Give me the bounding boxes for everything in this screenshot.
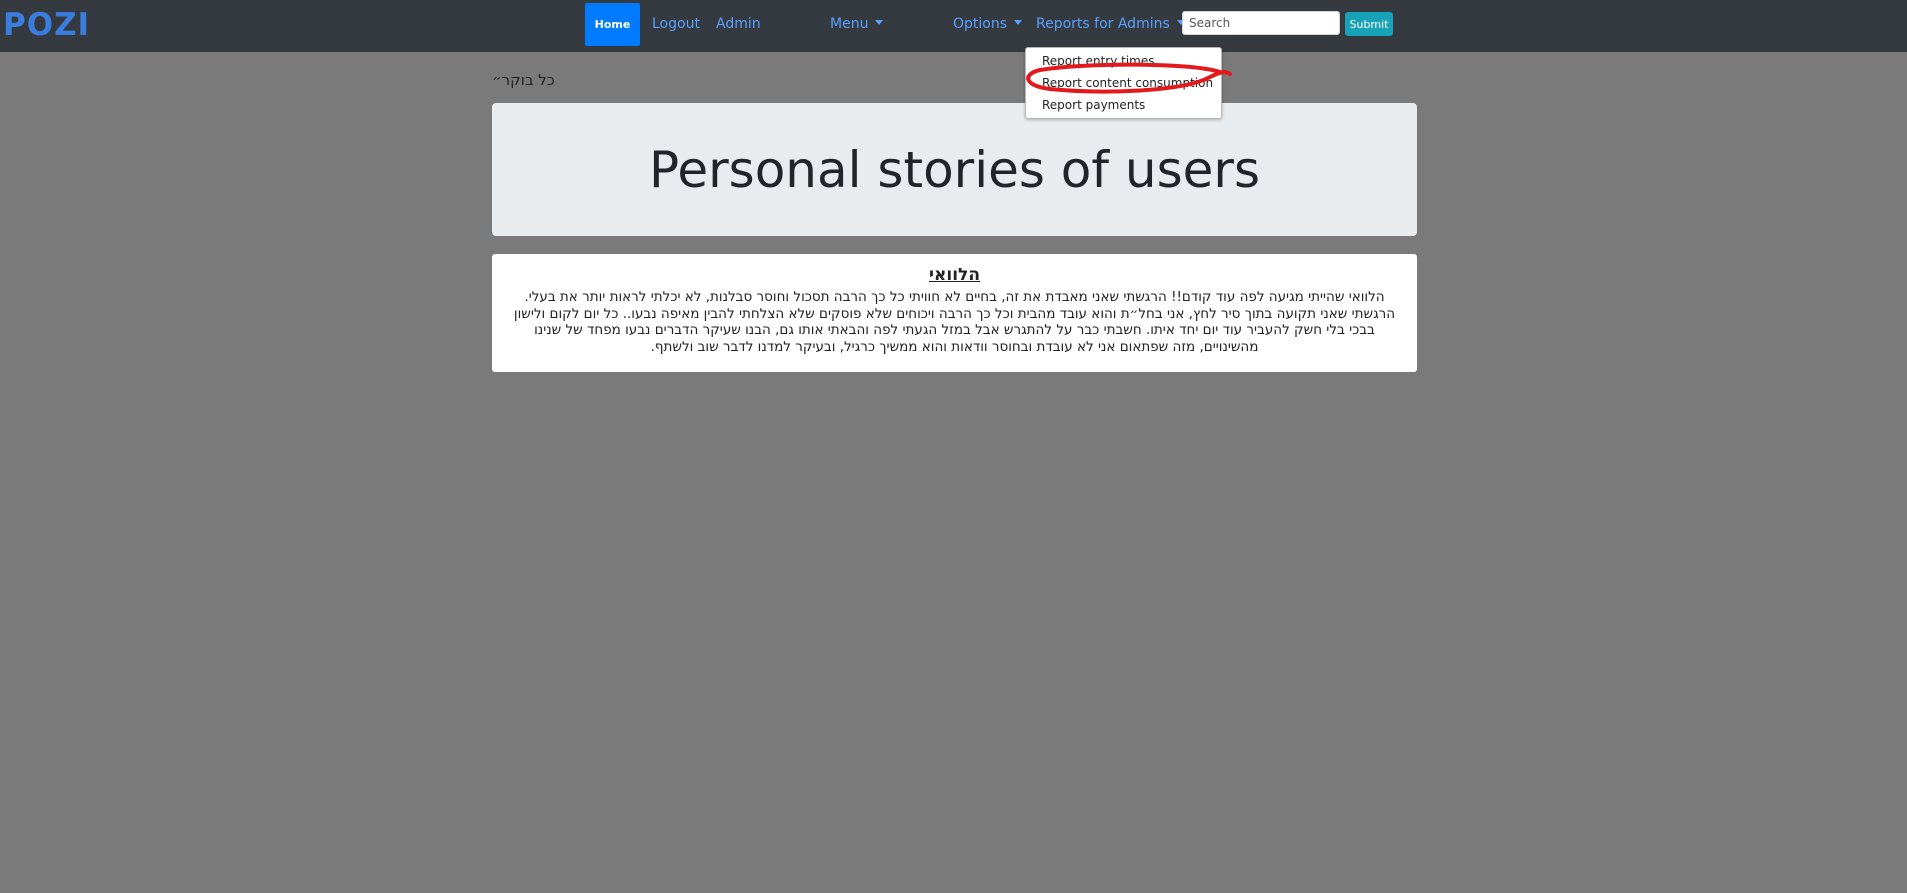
admin-link[interactable]: Admin [716, 16, 761, 33]
menu-dropdown-toggle[interactable]: Menu [830, 16, 884, 33]
menu-dropdown-label: Menu [830, 16, 869, 32]
story-text: הלוואי שהייתי מגיעה לפה עוד קודם!! הרגשת… [513, 289, 1396, 355]
chevron-down-icon [875, 20, 884, 25]
home-nav-button[interactable]: Home [585, 3, 640, 46]
story-title: הלוואי [928, 265, 981, 285]
story-card: הלוואי הלוואי שהייתי מגיעה לפה עוד קודם!… [492, 254, 1417, 372]
reports-for-admins-dropdown-toggle[interactable]: Reports for Admins [1036, 16, 1185, 33]
search-input[interactable] [1182, 11, 1340, 35]
options-dropdown-toggle[interactable]: Options [953, 16, 1023, 33]
quote-text: כל בוקר״ [492, 71, 555, 89]
submit-button[interactable]: Submit [1345, 12, 1393, 36]
dropdown-item-report-entry-times[interactable]: Report entry times [1042, 54, 1155, 68]
chevron-down-icon [1014, 20, 1023, 25]
logout-link[interactable]: Logout [652, 16, 700, 33]
reports-for-admins-label: Reports for Admins [1036, 16, 1170, 32]
top-navbar: POZI Home Logout Admin Menu Options Repo… [0, 0, 1907, 52]
dropdown-item-report-payments[interactable]: Report payments [1042, 98, 1145, 112]
page-title: Personal stories of users [648, 140, 1261, 199]
options-dropdown-label: Options [953, 16, 1008, 32]
page-header-banner: Personal stories of users [492, 103, 1417, 236]
brand-logo[interactable]: POZI [3, 7, 90, 43]
reports-dropdown-menu: Report entry times Report content consum… [1025, 47, 1222, 119]
dropdown-item-report-content-consumption[interactable]: Report content consumption [1042, 76, 1213, 90]
